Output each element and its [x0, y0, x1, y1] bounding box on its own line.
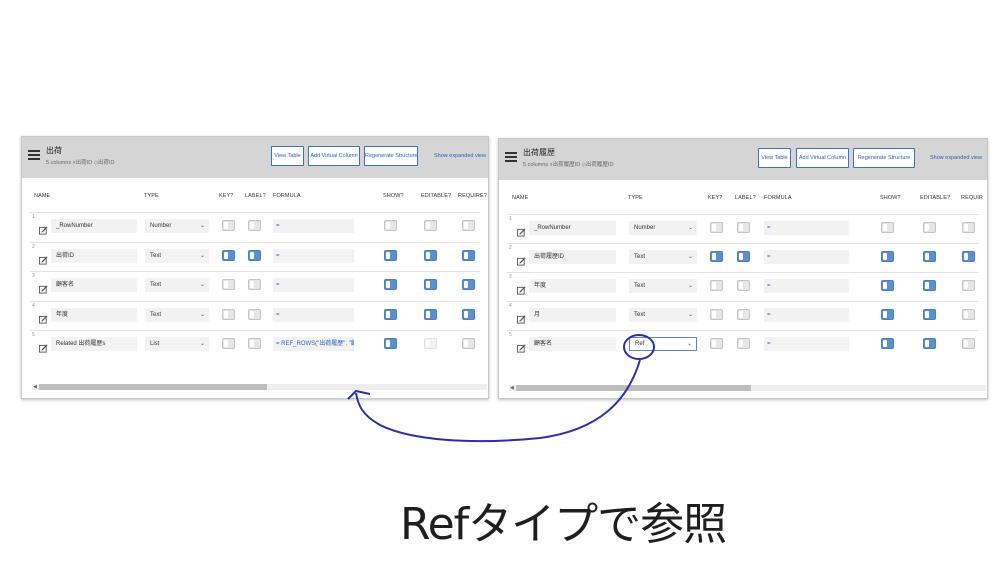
slide: 出荷 5 columns ⌕出荷ID ◇出荷ID View Table Add …: [0, 0, 1000, 583]
reference-arrow: [355, 359, 641, 443]
slide-caption: Refタイプで参照: [400, 499, 727, 550]
ref-highlight-circle: [623, 334, 655, 360]
arrowhead-icon: [347, 389, 371, 400]
